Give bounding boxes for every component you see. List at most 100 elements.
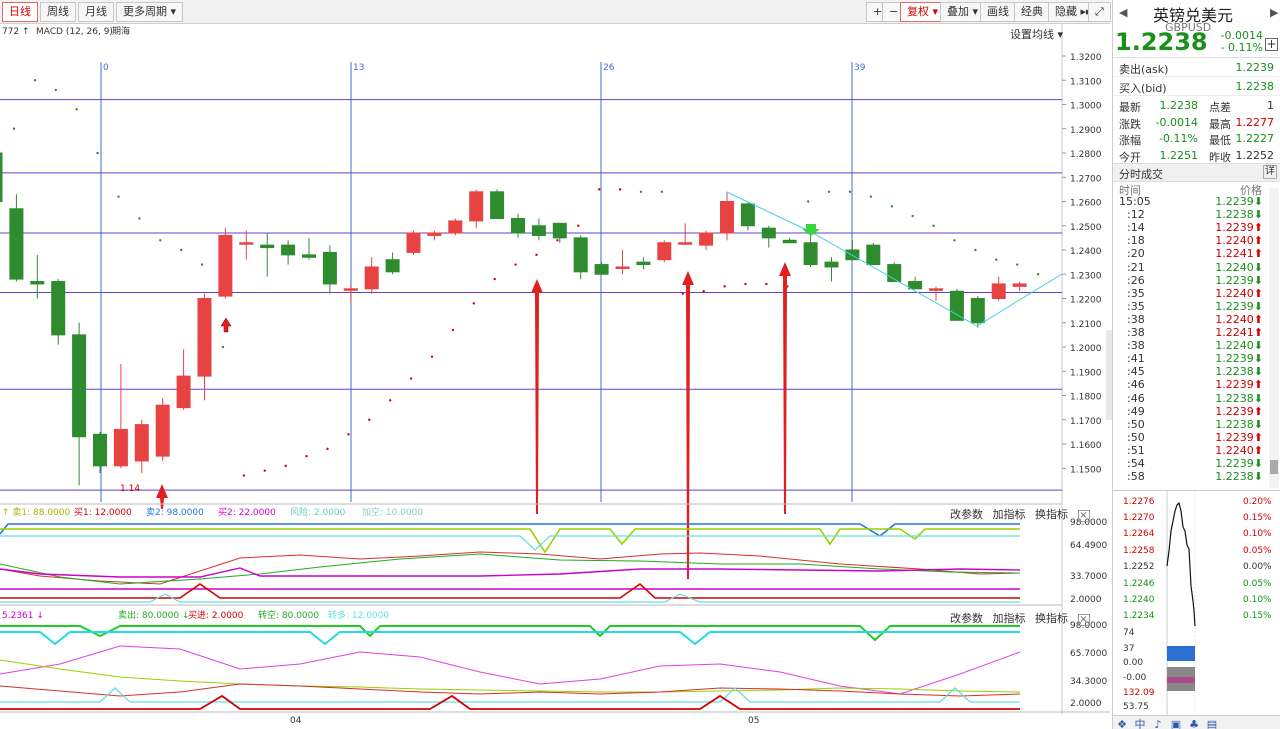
chart-toolbar: 日线 周线 月线 更多周期 ▾ + − 复权 ▾ 叠加 ▾ 画线 经典 隐藏 ▸… (0, 0, 1111, 24)
sar-dot (12, 127, 16, 130)
more-periods-dropdown[interactable]: 更多周期 ▾ (116, 2, 184, 22)
candle-body (1012, 283, 1027, 287)
tick-time: :41 (1127, 352, 1145, 366)
sar-dot (702, 290, 705, 293)
candle-body (218, 234, 233, 297)
mini-left-label: 0.00 (1123, 658, 1143, 668)
tick-time: :14 (1127, 221, 1145, 235)
candle-body (155, 404, 170, 457)
panel2-switch-indicator[interactable]: 换指标 (1035, 508, 1068, 521)
tick-price: 1.2239⬆ (1215, 378, 1263, 392)
panel3-add-indicator[interactable]: 加指标 (993, 612, 1026, 625)
classic-button[interactable]: 经典 (1014, 2, 1050, 22)
bottom-tool-icon[interactable]: ▣ (1167, 718, 1185, 729)
sar-dot (54, 88, 57, 92)
panel2-y-label: 2.0000 (1070, 595, 1102, 605)
tick-detail-button[interactable]: 详 (1263, 165, 1277, 179)
tab-weekly[interactable]: 周线 (40, 2, 76, 22)
tick-price: 1.2240⬆ (1215, 312, 1263, 326)
bottom-tool-icon[interactable]: 中 (1131, 716, 1149, 729)
sar-dot (75, 108, 78, 111)
panel2-edit-params[interactable]: 改参数 (950, 508, 983, 521)
tick-time: :46 (1127, 391, 1145, 405)
tick-list: 15:05 1.2239⬇:12 1.2238⬇:14 1.2239⬆:18 1.224… (1113, 196, 1280, 486)
quote-cell: 昨收 (1209, 150, 1231, 164)
sar-dot (848, 190, 852, 193)
mini-volume-bars (1167, 646, 1195, 661)
sar-dot (180, 248, 183, 252)
tick-time: :46 (1127, 378, 1145, 392)
bottom-tool-icon[interactable]: ▤ (1203, 718, 1221, 729)
prev-symbol-icon[interactable]: ◀ (1119, 6, 1127, 19)
panel2-close-icon[interactable]: × (1077, 510, 1090, 522)
tick-time: :49 (1127, 404, 1145, 418)
fullscreen-icon[interactable]: ⤢ (1088, 2, 1111, 22)
bottom-tool-icon[interactable]: ❖ (1113, 718, 1131, 729)
candle-body (699, 232, 714, 246)
sar-dot (493, 277, 496, 281)
panel2-add-indicator[interactable]: 加指标 (993, 508, 1026, 521)
tick-scrollbar[interactable] (1269, 188, 1279, 488)
y-tick-label: 1.2500 (1070, 223, 1102, 233)
tick-row: :58 1.2238⬇ (1113, 471, 1263, 483)
quote-cell: 1 (1267, 99, 1274, 112)
mini-left-label: 1.2246 (1123, 579, 1155, 589)
tab-monthly[interactable]: 月线 (78, 2, 114, 22)
y-tick-label: 1.1900 (1070, 368, 1102, 378)
draw-line-button[interactable]: 画线 (980, 2, 1016, 22)
tab-daily[interactable]: 日线 (2, 2, 38, 22)
mini-right-label: 0.05% (1243, 579, 1272, 589)
panel3-close-icon[interactable]: × (1077, 614, 1090, 626)
sar-dot (660, 190, 664, 193)
panel3-edit-params[interactable]: 改参数 (950, 612, 983, 625)
sar-dot (932, 224, 935, 227)
candle-body (803, 242, 818, 266)
sar-dot (96, 151, 99, 155)
set-ma-dropdown[interactable]: 设置均线 ▾ (1010, 26, 1063, 42)
sar-dot (200, 263, 204, 266)
candle-body (197, 298, 212, 377)
y-tick-label: 1.1800 (1070, 393, 1102, 403)
tick-row: :14 1.2239⬆ (1113, 222, 1263, 234)
intraday-svg[interactable]: 1.2276 1.2270 1.2264 1.2258 1.2252 1.2246 1.22… (1113, 491, 1280, 716)
y-tick-label: 1.2700 (1070, 174, 1102, 184)
quote-grid: 最新 1.2238 点差 1 涨跌 -0.0014 最高 1.2277 涨幅 -0.11% 最低 1.… (1113, 96, 1280, 164)
candle-body (281, 244, 296, 256)
mini-macd-signal (1167, 677, 1195, 683)
overlay-dropdown[interactable]: 叠加 ▾ (940, 2, 986, 22)
sar-dot (221, 345, 225, 349)
sar-dot (681, 292, 684, 295)
panel3-switch-indicator[interactable]: 换指标 (1035, 612, 1068, 625)
y-tick-label: 1.1700 (1070, 417, 1102, 427)
mini-right-label: 0.00% (1243, 562, 1272, 572)
sar-dot (409, 377, 413, 380)
tick-price: 1.2241⬆ (1215, 326, 1263, 339)
candle-body (761, 227, 776, 239)
tick-row: :26 1.2239⬇ (1113, 274, 1263, 287)
quote-cell: 1.2238 (1159, 99, 1199, 112)
tick-trades-title: 分时成交 (1119, 168, 1163, 181)
tick-row: :20 1.2241⬆ (1113, 248, 1263, 260)
sar-dot (33, 79, 37, 82)
mini-right-label: 0.10% (1243, 529, 1272, 539)
chart-area[interactable]: 1.3200 1.3100 1.3000 1.2900 1.2800 1.2700 1.26… (0, 24, 1110, 729)
quote-sidebar: ◀ 英镑兑美元 ▶ GBPUSD 1.2238 -0.0014 - 0.11% … (1112, 0, 1280, 729)
y-tick-label: 1.2300 (1070, 271, 1102, 281)
mini-left-label: -0.00 (1123, 673, 1147, 683)
adjust-dropdown[interactable]: 复权 ▾ (900, 2, 946, 22)
scroll-thumb[interactable] (1270, 460, 1278, 474)
candle-body (134, 424, 149, 462)
x-axis-label: 05 (748, 716, 759, 726)
tick-time: :35 (1127, 299, 1145, 313)
panel3-y-label: 2.0000 (1070, 699, 1102, 709)
bottom-tool-icon[interactable]: ♣ (1185, 718, 1203, 729)
tick-time: :38 (1127, 339, 1145, 353)
add-watchlist-icon[interactable]: + (1265, 38, 1278, 51)
y-tick-label: 1.2400 (1070, 247, 1102, 257)
candle-body (615, 266, 630, 269)
next-symbol-icon[interactable]: ▶ (1270, 6, 1278, 19)
intraday-mini-chart[interactable]: 1.2276 1.2270 1.2264 1.2258 1.2252 1.2246 1.22… (1113, 490, 1280, 716)
candle-body (51, 281, 66, 336)
sar-dot (618, 188, 622, 191)
bottom-tool-icon[interactable]: ♪ (1149, 718, 1167, 729)
